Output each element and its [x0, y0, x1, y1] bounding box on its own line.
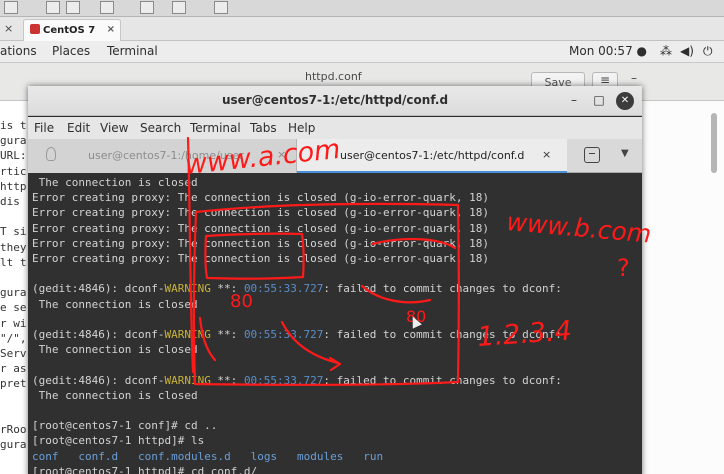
- vm-tool-icon[interactable]: [172, 1, 186, 14]
- clock[interactable]: Mon 00:57 ●: [569, 44, 647, 58]
- applications-menu[interactable]: ations: [0, 44, 37, 58]
- terminal-output[interactable]: The connection is closed Error creating …: [28, 173, 642, 474]
- gedit-text-line: r wi: [0, 316, 27, 330]
- minimize-icon[interactable]: –: [631, 71, 637, 85]
- tab-close-icon[interactable]: ×: [277, 148, 286, 161]
- close-icon[interactable]: ✕: [616, 92, 634, 110]
- output-line: The connection is closed: [32, 343, 198, 357]
- bulb-icon: [46, 147, 56, 161]
- output-line: Error creating proxy: The connection is …: [32, 191, 489, 205]
- tab-conf-d[interactable]: user@centos7-1:/etc/httpd/conf.d ×: [297, 139, 567, 173]
- prompt-line: [root@centos7-1 conf]# cd ..: [32, 419, 218, 433]
- menu-edit[interactable]: Edit: [67, 121, 90, 135]
- gedit-scrollbar[interactable]: [711, 113, 717, 173]
- vm-tool-icon[interactable]: [66, 1, 80, 14]
- gedit-text-line: T si: [0, 225, 27, 239]
- gnome-top-bar: ations Places Terminal Mon 00:57 ● ⁂ ◀) …: [0, 41, 724, 63]
- vm-tab-label: CentOS 7: [43, 25, 96, 36]
- gedit-title: httpd.conf: [305, 70, 362, 83]
- gedit-text-line: "/",: [0, 331, 27, 345]
- gedit-text-line: r as: [0, 362, 27, 376]
- terminal-tab-bar: user@centos7-1:/home/user × user@centos7…: [28, 139, 642, 173]
- output-line: The connection is closed: [32, 388, 198, 402]
- warning-line: (gedit:4846): dconf-WARNING **: 00:55:33…: [32, 373, 562, 387]
- tab-home-user[interactable]: user@centos7-1:/home/user ×: [28, 139, 297, 173]
- gedit-text-line: dis: [0, 195, 20, 209]
- network-icon[interactable]: ⁂: [660, 44, 672, 58]
- places-menu[interactable]: Places: [52, 44, 90, 58]
- gedit-text-fragment: is t gura URL: rtic http dis T si they lt t gu…: [0, 101, 30, 474]
- vm-tool-icon[interactable]: [46, 1, 60, 14]
- vm-tab-close-icon[interactable]: ×: [4, 22, 13, 35]
- gedit-text-line: Serv: [0, 347, 27, 361]
- prompt-line: [root@centos7-1 httpd]# cd conf.d/: [32, 464, 258, 474]
- gedit-text-line: rtic: [0, 164, 27, 178]
- maximize-icon[interactable]: □: [590, 92, 608, 110]
- terminal-window: user@centos7-1:/etc/httpd/conf.d – □ ✕ F…: [28, 86, 642, 474]
- terminal-app-menu[interactable]: Terminal: [107, 44, 158, 58]
- power-icon[interactable]: ⏻: [703, 44, 713, 59]
- gedit-text-line: [0, 209, 30, 224]
- menu-view[interactable]: View: [100, 121, 128, 135]
- output-line: Error creating proxy: The connection is …: [32, 236, 489, 250]
- gedit-text-line: gura: [0, 438, 27, 452]
- chevron-down-icon[interactable]: ▼: [621, 148, 629, 159]
- warning-line: (gedit:4846): dconf-WARNING **: 00:55:33…: [32, 328, 562, 342]
- gedit-text-line: URL:: [0, 149, 27, 163]
- gedit-text-line: e se: [0, 301, 27, 315]
- vm-tool-icon[interactable]: [4, 1, 18, 14]
- gedit-text-line: lt t: [0, 255, 27, 269]
- gedit-text-line: [0, 407, 30, 422]
- ls-output: conf conf.d conf.modules.d logs modules …: [32, 449, 384, 463]
- menu-terminal[interactable]: Terminal: [190, 121, 241, 135]
- vm-os-icon: [30, 24, 40, 34]
- gedit-text-line: [0, 270, 30, 285]
- vm-tool-icon[interactable]: [140, 1, 154, 14]
- terminal-title: user@centos7-1:/etc/httpd/conf.d: [221, 93, 449, 107]
- new-tab-icon[interactable]: [584, 147, 600, 163]
- vm-host-toolbar: [0, 0, 724, 17]
- output-line: Error creating proxy: The connection is …: [32, 252, 489, 266]
- vm-tool-icon[interactable]: [100, 1, 114, 14]
- menu-tabs[interactable]: Tabs: [250, 121, 277, 135]
- gedit-side-pane: [640, 101, 724, 474]
- volume-icon[interactable]: ◀): [680, 44, 694, 58]
- warning-line: (gedit:4846): dconf-WARNING **: 00:55:33…: [32, 282, 562, 296]
- gedit-text-line: gura: [0, 286, 27, 300]
- gedit-text-line: pret: [0, 377, 27, 391]
- gedit-text-line: http: [0, 179, 27, 193]
- vm-tool-icon[interactable]: [214, 1, 228, 14]
- prompt-line: [root@centos7-1 httpd]# ls: [32, 434, 205, 448]
- vm-tab-close-icon[interactable]: ×: [107, 24, 115, 35]
- tab-label: user@centos7-1:/etc/httpd/conf.d: [340, 149, 525, 162]
- gedit-text-line: [0, 392, 30, 407]
- output-line: The connection is closed: [32, 176, 198, 189]
- terminal-titlebar[interactable]: user@centos7-1:/etc/httpd/conf.d – □ ✕: [28, 86, 642, 116]
- vm-tab-centos[interactable]: CentOS 7 ×: [23, 19, 121, 41]
- minimize-icon[interactable]: –: [565, 92, 583, 110]
- gedit-text-line: rRoo: [0, 423, 27, 437]
- output-line: The connection is closed: [32, 297, 198, 311]
- output-line: Error creating proxy: The connection is …: [32, 221, 489, 235]
- output-line: Error creating proxy: The connection is …: [32, 206, 489, 220]
- terminal-menubar: File Edit View Search Terminal Tabs Help: [28, 117, 642, 139]
- gedit-text-line: gura: [0, 134, 27, 148]
- gedit-text-line: is t: [0, 119, 27, 132]
- vm-tab-strip: × CentOS 7 ×: [0, 17, 724, 41]
- gedit-text-line: they: [0, 240, 27, 254]
- menu-help[interactable]: Help: [288, 121, 315, 135]
- tab-label: user@centos7-1:/home/user: [88, 149, 244, 162]
- menu-file[interactable]: File: [34, 121, 54, 135]
- menu-search[interactable]: Search: [140, 121, 181, 135]
- tab-close-icon[interactable]: ×: [542, 148, 551, 161]
